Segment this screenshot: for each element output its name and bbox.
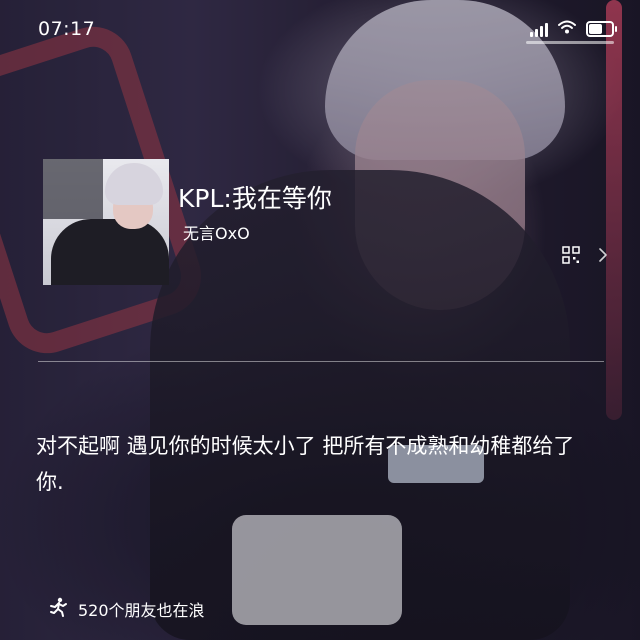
status-icons	[530, 19, 617, 38]
chevron-right-icon[interactable]	[596, 246, 610, 264]
listeners-label: 520个朋友也在浪	[78, 601, 205, 620]
listeners-row[interactable]: 520个朋友也在浪	[48, 597, 205, 621]
status-time: 07:17	[38, 18, 96, 40]
album-cover[interactable]	[43, 159, 169, 285]
top-indicator-bar	[526, 41, 614, 44]
screen: 07:17 KPL:我在等你 无言OxO 对不起啊 遇见你的时候太小了 把所有不…	[0, 0, 640, 640]
song-card[interactable]: KPL:我在等你 无言OxO	[43, 159, 607, 285]
divider	[38, 361, 604, 362]
song-title: KPL:我在等你	[178, 184, 332, 213]
wifi-icon	[558, 19, 576, 38]
album-cover-background	[43, 159, 103, 219]
battery-level-fill	[589, 23, 602, 34]
album-cover-person-body	[51, 219, 169, 285]
background-dim-overlay	[0, 0, 640, 640]
status-bar: 07:17	[0, 0, 640, 60]
song-artist: 无言OxO	[183, 224, 250, 243]
qr-code-icon[interactable]	[562, 246, 580, 264]
signal-bars-icon	[530, 21, 548, 37]
comment-text: 对不起啊 遇见你的时候太小了 把所有不成熟和幼稚都给了你.	[36, 434, 575, 494]
running-person-icon	[48, 597, 68, 621]
album-cover-person-hair	[105, 163, 163, 205]
battery-icon	[586, 20, 617, 37]
